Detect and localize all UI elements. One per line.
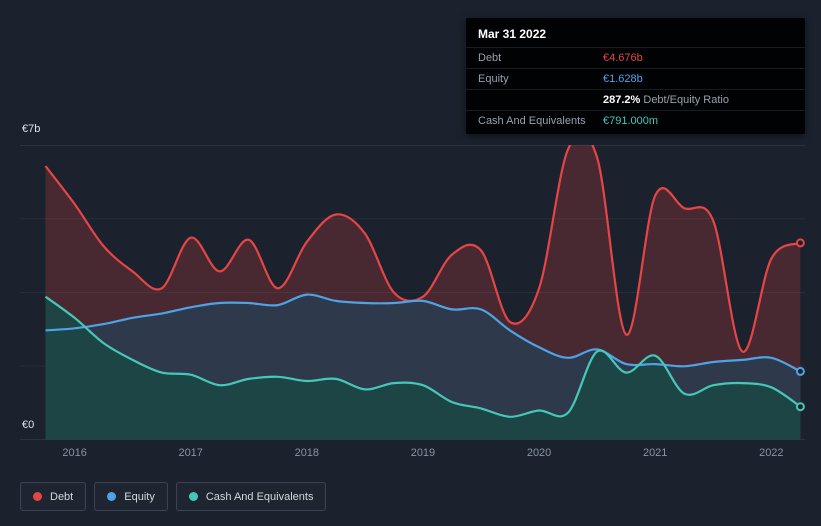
x-tick-label: 2021: [642, 447, 668, 459]
tooltip-ratio-label: Debt/Equity Ratio: [643, 94, 729, 106]
tooltip-cash-label: Cash And Equivalents: [478, 115, 586, 127]
legend-item-cash[interactable]: Cash And Equivalents: [175, 482, 327, 511]
cash-series-dot-icon: [188, 492, 198, 501]
tooltip-date: Mar 31 2022: [478, 27, 547, 41]
chart-svg[interactable]: [20, 145, 805, 440]
legend-item-label: Equity: [124, 490, 155, 503]
legend: Debt Equity Cash And Equivalents: [20, 482, 327, 511]
tooltip-debt-value: €4.676b: [603, 52, 643, 64]
tooltip: Mar 31 2022 Debt €4.676b Equity €1.628b …: [466, 18, 805, 134]
x-tick-label: 2020: [526, 447, 552, 459]
legend-item-debt[interactable]: Debt: [20, 482, 87, 511]
tooltip-ratio-value: 287.2%: [603, 94, 641, 106]
legend-item-label: Debt: [50, 490, 74, 503]
debt-series-dot-icon: [33, 492, 42, 501]
x-tick-label: 2019: [410, 447, 436, 459]
equity-series-dot-icon: [107, 492, 117, 501]
x-tick-label: 2018: [294, 447, 320, 459]
tooltip-equity-value: €1.628b: [603, 73, 643, 85]
tooltip-cash-value: €791.000m: [603, 115, 659, 127]
tooltip-row-debt: Debt €4.676b: [466, 47, 805, 68]
tooltip-debt-label: Debt: [478, 52, 502, 64]
legend-item-equity[interactable]: Equity: [94, 482, 168, 511]
plot-area[interactable]: [20, 145, 805, 440]
tooltip-row-ratio: 287.2% Debt/Equity Ratio: [466, 89, 805, 110]
tooltip-row-cash: Cash And Equivalents €791.000m: [466, 110, 805, 131]
x-tick-label: 2016: [62, 447, 87, 459]
tooltip-equity-label: Equity: [478, 73, 509, 85]
y-axis-label-top: €7b: [22, 123, 41, 135]
legend-item-label: Cash And Equivalents: [205, 490, 314, 503]
x-tick-label: 2017: [178, 447, 203, 459]
x-tick-label: 2022: [759, 447, 784, 459]
tooltip-row-equity: Equity €1.628b: [466, 68, 805, 89]
